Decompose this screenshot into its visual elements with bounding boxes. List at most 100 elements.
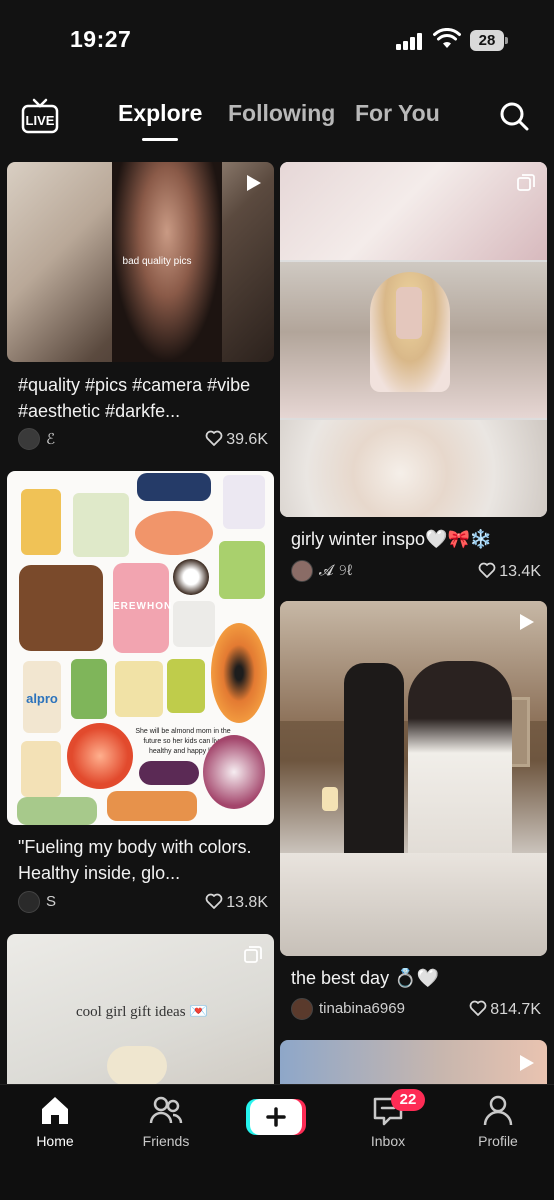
tab-active-indicator [142,138,178,141]
card-author[interactable]: tinabina6969 [319,1000,405,1017]
card-caption: #quality #pics #camera #vibe #aesthetic … [18,375,251,421]
thumbnail-overlay-text: cool girl gift ideas 💌 [76,1004,208,1020]
green-juice [71,659,107,719]
tab-following[interactable]: Following [228,100,335,127]
erewhon-label: EREWHON [113,601,173,612]
lamp [322,787,338,811]
card-likes[interactable]: 13.4K [478,562,541,581]
jar [223,475,265,529]
card-caption: girly winter inspo🤍🎀❄️ [291,529,493,549]
feed-card[interactable]: the best day 💍🤍 tinabina6969 814.7K [280,601,547,1037]
nav-label-home: Home [36,1133,74,1149]
play-icon [520,614,534,630]
thumbnail-panel-2 [280,262,547,418]
card-thumbnail[interactable] [280,162,547,517]
live-icon[interactable]: LIVE [20,96,60,136]
likes-count: 13.8K [226,894,268,911]
nav-home[interactable]: Home [15,1093,95,1149]
almond-carton [21,741,61,797]
bottom-nav: Home Friends Inbox 22 Profile [0,1084,554,1200]
grapes [219,541,265,599]
card-thumbnail[interactable]: bad quality pics [7,162,274,362]
card-likes[interactable]: 814.7K [469,1000,541,1019]
tab-for-you[interactable]: For You [355,100,440,127]
nav-label-inbox: Inbox [370,1133,406,1149]
battery-cap [505,37,508,44]
pears [167,659,205,713]
nav-label-profile: Profile [478,1133,518,1149]
feed-card[interactable] [280,1040,547,1084]
card-meta: S 13.8K [18,891,268,913]
pasta [115,661,163,717]
gift-bow [107,1046,167,1084]
create-icon[interactable] [246,1097,306,1137]
card-thumbnail[interactable]: EREWHON alpro She will be almond mom in … [7,471,274,825]
tab-explore[interactable]: Explore [118,100,202,127]
tomato [67,723,133,789]
alpro-label: alpro [26,691,58,706]
nav-profile[interactable]: Profile [458,1093,538,1149]
salmon [135,511,213,555]
grapes-purple [139,761,199,785]
yogurt [173,601,215,647]
alpro-carton: alpro [23,661,61,733]
card-caption: "Fueling my body with colors. Healthy in… [18,837,252,883]
feed-card[interactable]: girly winter inspo🤍🎀❄️ 𝓐 𝟿ℓ 13.4K [280,162,547,582]
search-icon[interactable] [498,100,530,132]
blueberries [137,473,211,501]
feed-card[interactable]: bad quality pics #quality #pics #camera … [7,162,274,462]
heart-icon [469,1000,487,1016]
avatar[interactable] [291,560,313,582]
status-time: 19:27 [70,26,132,52]
thumbnail-panel-1 [280,162,547,260]
play-icon [520,1055,534,1071]
card-thumbnail[interactable] [280,1040,547,1084]
bed [280,853,547,956]
card-thumbnail[interactable] [280,601,547,956]
feed-card[interactable]: cool girl gift ideas 💌 [7,934,274,1084]
groom-figure [344,663,404,883]
card-author[interactable]: S [46,893,56,910]
nav-label-friends: Friends [142,1133,190,1149]
papaya [211,623,267,723]
home-icon [42,1097,68,1124]
nav-friends[interactable]: Friends [126,1093,206,1149]
oranges [107,791,197,821]
thumbnail-overlay-text: bad quality pics [122,256,192,267]
onion [203,735,265,809]
friends-icon [149,1096,183,1124]
heart-icon [205,430,223,446]
battery-icon: 28 [470,30,504,51]
carousel-icon [244,946,262,963]
likes-count: 39.6K [226,431,268,448]
card-author[interactable]: ℰ [46,430,55,448]
carousel-icon [517,174,535,191]
card-caption: the best day 💍🤍 [291,968,439,988]
avatar[interactable] [18,891,40,913]
cellular-signal-icon [396,32,426,50]
salad [17,797,97,825]
wifi-icon [433,28,461,48]
likes-count: 13.4K [499,563,541,580]
juice-bottle [21,489,61,555]
explore-feed[interactable]: bad quality pics #quality #pics #camera … [0,160,554,1084]
heart-icon [478,562,496,578]
play-icon [247,175,261,191]
card-likes[interactable]: 39.6K [205,430,268,449]
avatar[interactable] [18,428,40,450]
top-nav: LIVE Explore Following For You [0,88,554,148]
card-meta: tinabina6969 814.7K [291,998,541,1020]
toast [19,565,103,651]
glass [73,493,129,557]
heart-icon [205,893,223,909]
card-thumbnail[interactable]: cool girl gift ideas 💌 [7,934,274,1084]
feed-card[interactable]: EREWHON alpro She will be almond mom in … [7,471,274,921]
smoothie: EREWHON [113,563,173,653]
thumbnail-panel-3 [280,420,547,517]
card-meta: 𝓐 𝟿ℓ 13.4K [291,560,541,582]
coconut [173,559,209,595]
avatar[interactable] [291,998,313,1020]
likes-count: 814.7K [490,1001,541,1018]
card-likes[interactable]: 13.8K [205,893,268,912]
card-author[interactable]: 𝓐 𝟿ℓ [319,562,352,579]
